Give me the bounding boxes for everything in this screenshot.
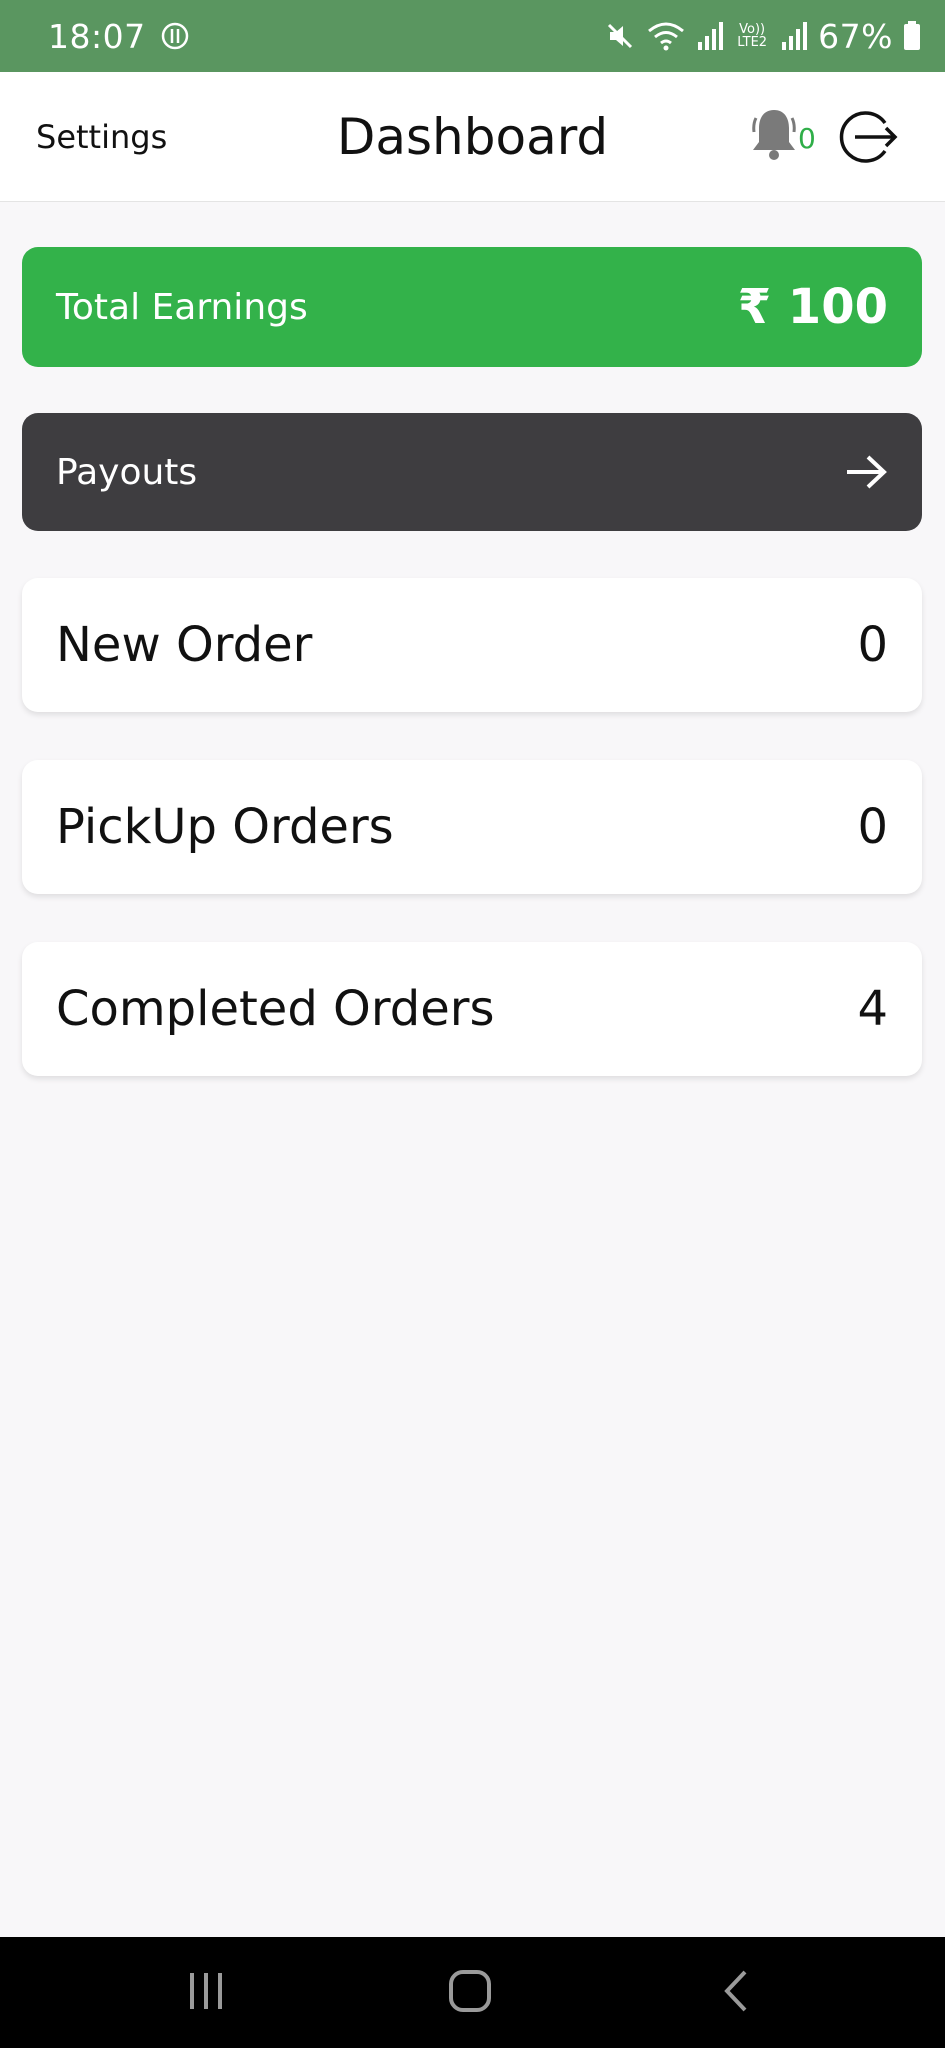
alarm-icon (160, 21, 190, 51)
network-label-text: Vo)) LTE2 (737, 22, 768, 50)
system-navigation-bar (0, 1937, 945, 2048)
completed-orders-card[interactable]: Completed Orders 4 (22, 942, 922, 1076)
status-left: 18:07 (48, 17, 190, 56)
wifi-icon (646, 20, 686, 52)
status-right: Vo)) LTE2 67% (604, 17, 921, 56)
mute-icon (604, 20, 636, 52)
back-button[interactable] (676, 1937, 796, 2048)
new-order-label: New Order (56, 617, 313, 673)
arrow-right-icon (844, 452, 888, 492)
battery-percent: 67% (818, 16, 893, 56)
completed-orders-count: 4 (857, 981, 888, 1037)
pickup-orders-card[interactable]: PickUp Orders 0 (22, 760, 922, 894)
recents-icon (186, 1971, 226, 2015)
app-header: Settings Dashboard 0 (0, 72, 945, 202)
settings-button[interactable]: Settings (36, 72, 167, 202)
total-earnings-card[interactable]: Total Earnings ₹ 100 (22, 247, 922, 367)
new-order-count: 0 (857, 617, 888, 673)
network-label: Vo)) LTE2 (734, 23, 770, 49)
home-button[interactable] (410, 1937, 530, 2048)
battery-icon (903, 21, 921, 51)
home-icon (448, 1969, 492, 2017)
dashboard-screen: 18:07 Vo)) LTE2 67% Settings Dashboard 0… (0, 0, 945, 2048)
logout-button[interactable] (836, 106, 902, 172)
logout-icon (839, 107, 899, 171)
recents-button[interactable] (146, 1937, 266, 2048)
total-earnings-value: ₹ 100 (737, 279, 888, 335)
payouts-label: Payouts (56, 451, 198, 493)
completed-orders-label: Completed Orders (56, 981, 495, 1037)
status-bar: 18:07 Vo)) LTE2 67% (0, 0, 945, 72)
bell-icon (748, 104, 800, 170)
pickup-orders-count: 0 (857, 799, 888, 855)
payouts-button[interactable]: Payouts (22, 413, 922, 531)
back-icon (721, 1969, 751, 2017)
notifications-button[interactable]: 0 (748, 102, 818, 172)
signal-icon-2 (780, 20, 808, 52)
pickup-orders-label: PickUp Orders (56, 799, 394, 855)
new-order-card[interactable]: New Order 0 (22, 578, 922, 712)
total-earnings-label: Total Earnings (56, 286, 308, 328)
notification-count: 0 (798, 122, 816, 155)
status-time: 18:07 (48, 16, 146, 56)
signal-icon (696, 20, 724, 52)
